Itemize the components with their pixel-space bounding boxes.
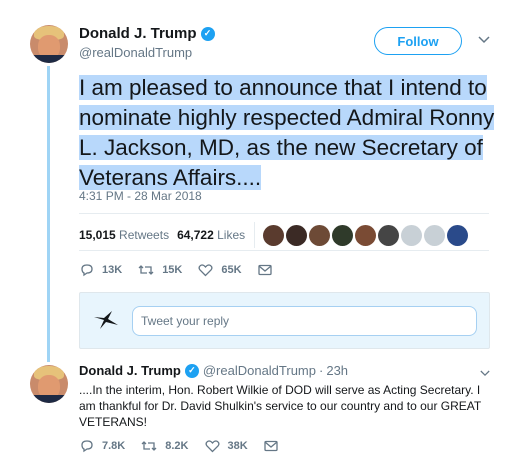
- retweet-action[interactable]: 15K: [138, 263, 182, 277]
- like-action[interactable]: 38K: [204, 439, 248, 453]
- retweets-stat[interactable]: 15,015 Retweets: [79, 228, 169, 242]
- heart-icon: [198, 264, 213, 277]
- liker-avatar[interactable]: [378, 224, 399, 246]
- reply-input[interactable]: Tweet your reply: [132, 306, 477, 336]
- reply-author-row: Donald J. Trump ✓ @realDonaldTrump · 23h: [79, 363, 348, 378]
- display-name[interactable]: Donald J. Trump: [79, 25, 197, 42]
- handle[interactable]: @realDonaldTrump: [79, 45, 192, 60]
- tweet-actions: 13K 15K 65K: [80, 263, 296, 277]
- heart-icon: [204, 440, 220, 453]
- reply-tweet-actions: 7.8K 8.2K 38K: [80, 439, 302, 453]
- avatar[interactable]: [30, 365, 68, 403]
- display-name[interactable]: Donald J. Trump: [79, 363, 181, 378]
- liker-avatar[interactable]: [309, 224, 330, 246]
- chevron-down-icon[interactable]: [478, 33, 490, 47]
- reply-action[interactable]: 13K: [80, 263, 122, 277]
- divider: [79, 250, 489, 251]
- liker-avatar[interactable]: [263, 224, 284, 246]
- liker-avatars: [254, 222, 468, 248]
- chevron-down-icon[interactable]: [480, 366, 490, 380]
- reply-icon: [81, 264, 93, 277]
- user-avatar-icon[interactable]: [92, 307, 120, 340]
- liker-avatar[interactable]: [332, 224, 353, 246]
- reply-icon: [81, 440, 93, 453]
- follow-button[interactable]: Follow: [374, 27, 462, 55]
- engagement-stats: 15,015 Retweets 64,722 Likes: [79, 228, 245, 242]
- envelope-icon: [257, 264, 272, 276]
- tweet-time[interactable]: 23h: [326, 363, 348, 378]
- retweet-icon: [141, 441, 157, 451]
- reply-tweet-text: ....In the interim, Hon. Robert Wilkie o…: [79, 383, 482, 429]
- message-action[interactable]: [257, 264, 280, 276]
- divider: [79, 213, 489, 214]
- separator: ·: [319, 363, 324, 378]
- liker-avatar[interactable]: [286, 224, 307, 246]
- timestamp[interactable]: 4:31 PM - 28 Mar 2018: [79, 189, 202, 203]
- like-action[interactable]: 65K: [198, 263, 242, 277]
- handle[interactable]: @realDonaldTrump: [203, 363, 316, 378]
- default-avatar[interactable]: [424, 224, 445, 246]
- retweet-icon: [138, 265, 154, 275]
- verified-badge-icon: ✓: [184, 363, 199, 378]
- tweet-text: I am pleased to announce that I intend t…: [79, 75, 495, 190]
- thread-connector-line: [47, 66, 50, 362]
- avatar[interactable]: [30, 25, 68, 63]
- retweet-action[interactable]: 8.2K: [141, 439, 189, 453]
- reply-composer: Tweet your reply: [79, 292, 490, 349]
- reply-action[interactable]: 7.8K: [80, 439, 125, 453]
- author-name-row[interactable]: Donald J. Trump ✓: [79, 25, 215, 42]
- liker-avatar[interactable]: [447, 224, 468, 246]
- verified-badge-icon: ✓: [200, 26, 215, 41]
- envelope-icon: [264, 440, 278, 452]
- liker-avatar[interactable]: [355, 224, 376, 246]
- message-action[interactable]: [264, 440, 286, 452]
- likes-stat[interactable]: 64,722 Likes: [177, 228, 245, 242]
- default-avatar[interactable]: [401, 224, 422, 246]
